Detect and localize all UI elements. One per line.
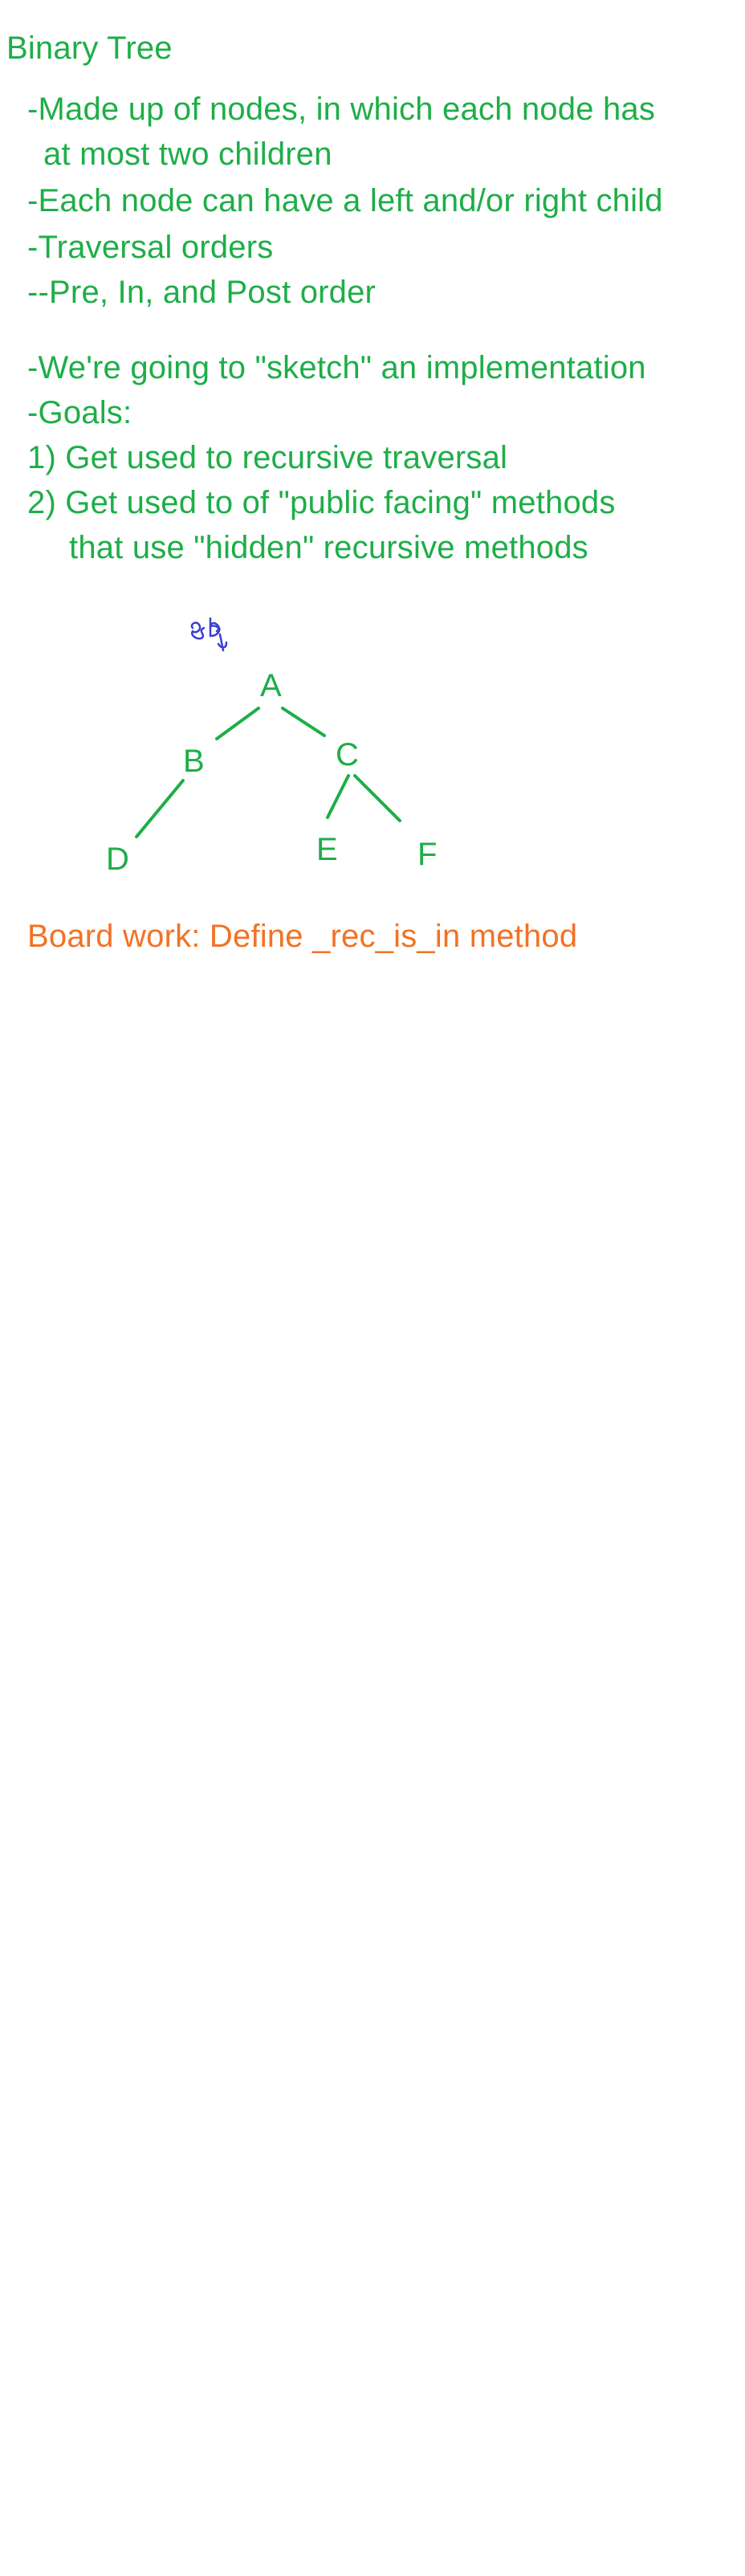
edge-a-b xyxy=(215,707,260,740)
page-title: Binary Tree xyxy=(6,31,173,66)
edge-c-e xyxy=(326,774,350,819)
note-line: -We're going to "sketch" an implementati… xyxy=(27,350,646,385)
tree-node-f: F xyxy=(417,837,438,872)
note-line: at most two children xyxy=(43,137,332,172)
goal-item: that use "hidden" recursive methods xyxy=(69,530,588,565)
goal-item: 2) Get used to of "public facing" method… xyxy=(27,485,616,520)
board-work-note: Board work: Define _rec_is_in method xyxy=(27,919,578,954)
note-line: -Goals: xyxy=(27,395,132,430)
tree-node-c: C xyxy=(336,737,359,772)
goal-item: 1) Get used to recursive traversal xyxy=(27,440,508,475)
edge-c-f xyxy=(353,774,401,822)
note-line: -Traversal orders xyxy=(27,230,274,265)
tree-node-a: A xyxy=(260,668,282,703)
scribble-icon xyxy=(190,617,228,652)
note-line: -Each node can have a left and/or right … xyxy=(27,183,663,218)
tree-node-b: B xyxy=(183,744,205,779)
note-line: -Made up of nodes, in which each node ha… xyxy=(27,92,656,127)
whiteboard-page: Binary Tree -Made up of nodes, in which … xyxy=(0,0,745,2576)
tree-node-d: D xyxy=(106,842,129,877)
note-line: --Pre, In, and Post order xyxy=(27,275,377,310)
tree-node-e: E xyxy=(316,832,338,867)
edge-a-c xyxy=(281,707,326,737)
edge-b-d xyxy=(135,779,185,838)
